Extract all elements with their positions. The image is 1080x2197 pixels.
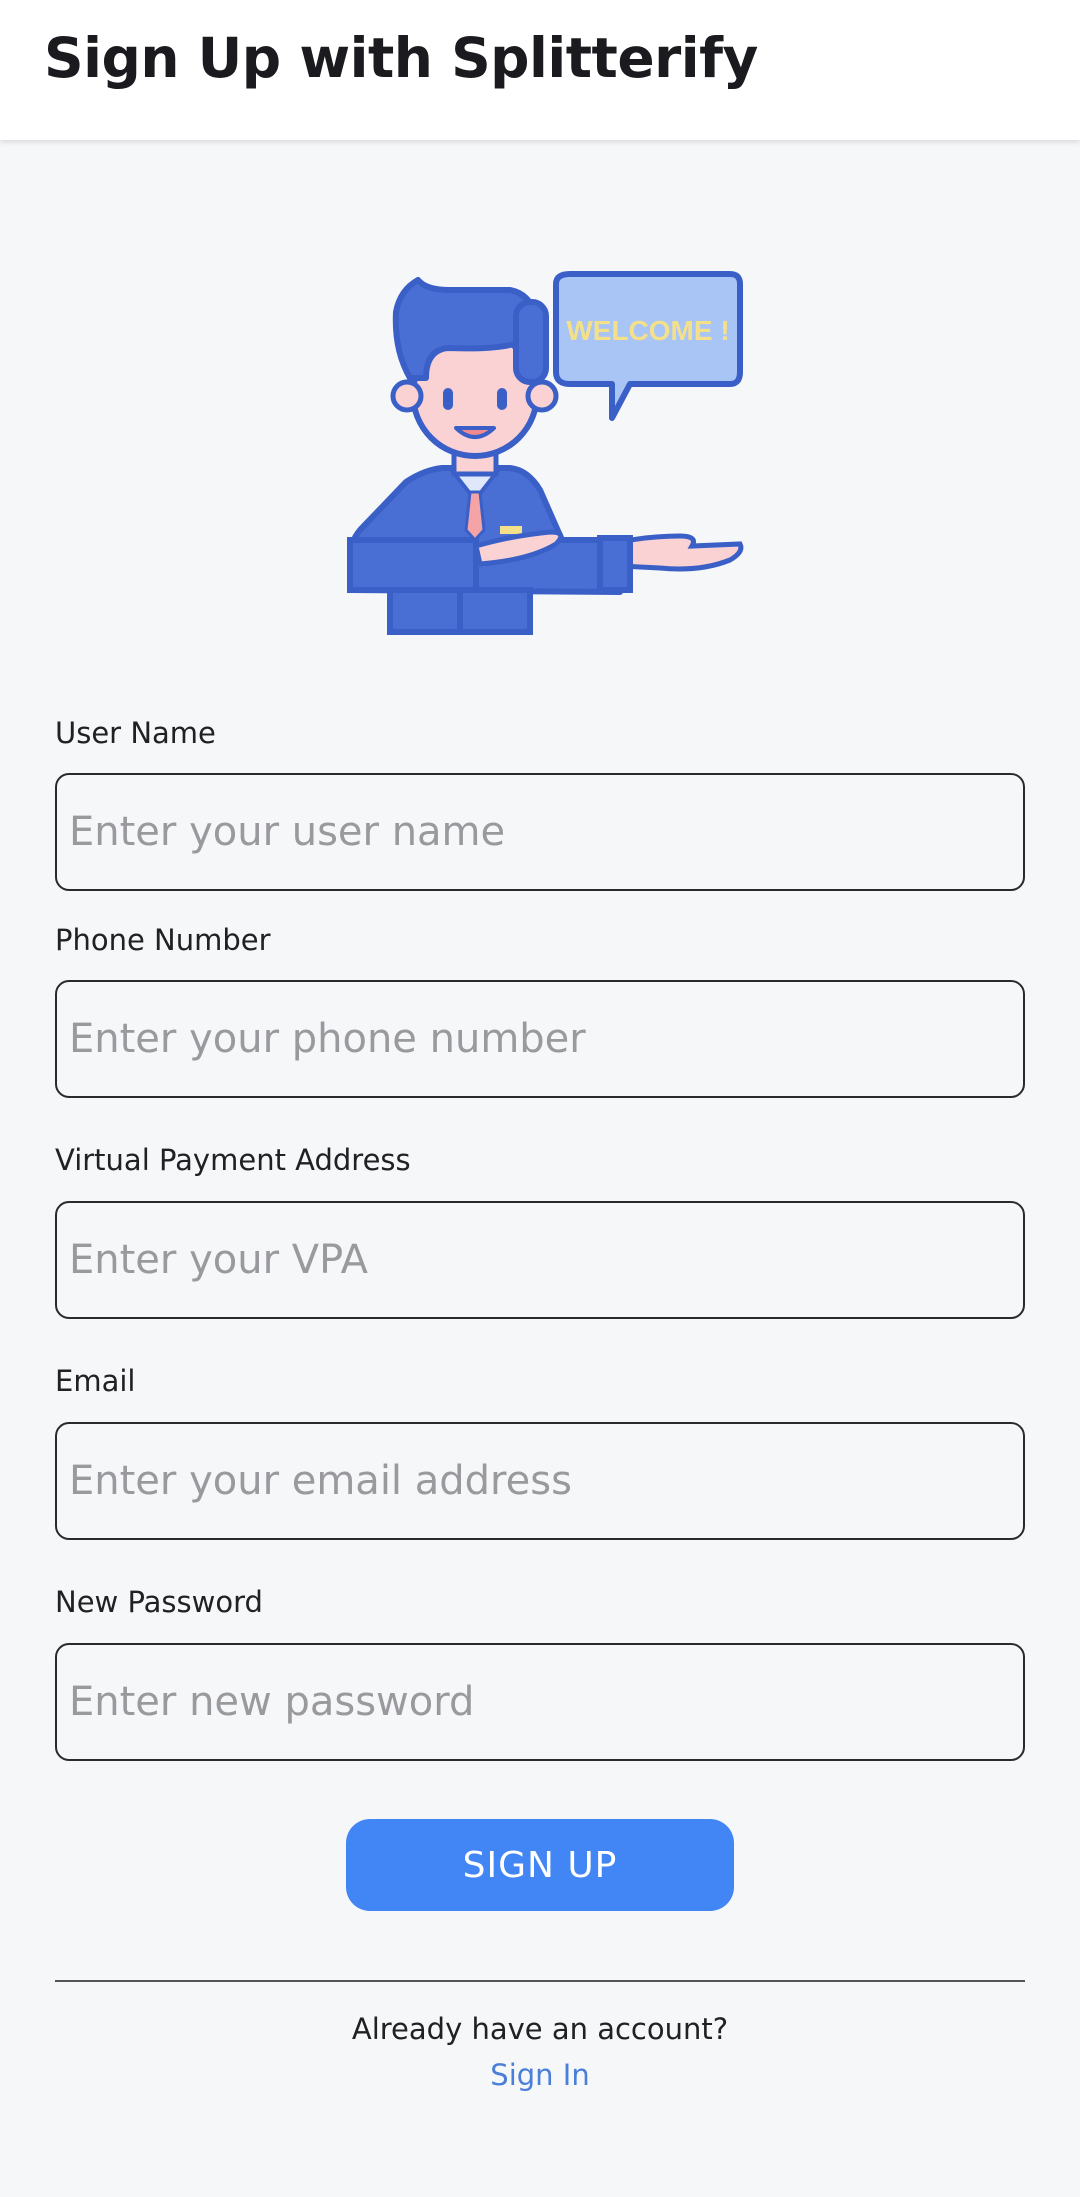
user-name-label: User Name <box>55 716 216 750</box>
welcome-man-icon: WELCOME ! <box>347 271 744 635</box>
speech-bubble: WELCOME ! <box>553 271 743 421</box>
speech-bubble-text: WELCOME ! <box>566 315 729 346</box>
user-name-input[interactable] <box>55 773 1025 891</box>
new-password-label: New Password <box>55 1585 263 1619</box>
email-input[interactable] <box>55 1422 1025 1540</box>
sign-up-button[interactable]: SIGN UP <box>346 1819 734 1911</box>
page-title: Sign Up with Splitterify <box>44 26 758 90</box>
vpa-input[interactable] <box>55 1201 1025 1319</box>
account-prompt: Already have an account? <box>351 2012 729 2046</box>
email-label: Email <box>55 1364 136 1398</box>
app-bar: Sign Up with Splitterify <box>0 0 1080 140</box>
divider <box>55 1980 1025 1982</box>
new-password-input[interactable] <box>55 1643 1025 1761</box>
phone-number-input[interactable] <box>55 980 1025 1098</box>
vpa-label: Virtual Payment Address <box>55 1143 411 1177</box>
sign-in-link[interactable]: Sign In <box>0 2058 1080 2092</box>
phone-number-label: Phone Number <box>55 923 271 957</box>
